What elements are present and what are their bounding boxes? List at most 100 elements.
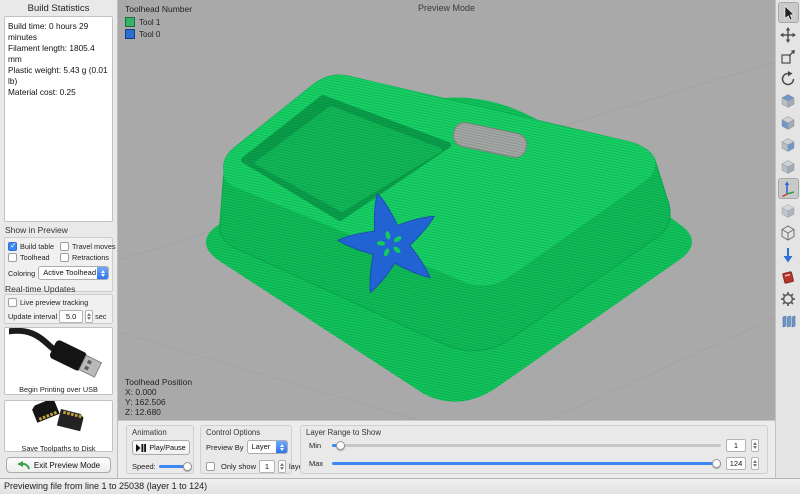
exit-preview-mode-label: Exit Preview Mode bbox=[34, 461, 100, 470]
exit-preview-mode-button[interactable]: Exit Preview Mode bbox=[6, 457, 111, 473]
legend-tool1: Tool 1 bbox=[125, 17, 192, 27]
speed-slider-knob[interactable] bbox=[183, 462, 192, 471]
move-icon bbox=[780, 27, 796, 43]
green-back-arrow-icon bbox=[17, 461, 30, 470]
gear-icon bbox=[780, 291, 796, 307]
realtime-updates-label: Real-time Updates bbox=[5, 284, 75, 294]
build-table-checkbox[interactable] bbox=[8, 242, 17, 251]
scale-tool-button[interactable] bbox=[778, 46, 799, 67]
only-show-field[interactable]: 1 bbox=[259, 460, 275, 473]
stat-build-time: Build time: 0 hours 29 minutes bbox=[8, 21, 109, 43]
plate-edge-line bbox=[548, 318, 775, 420]
tool0-color-swatch bbox=[125, 29, 135, 39]
save-toolpaths-caption: Save Toolpaths to Disk bbox=[5, 444, 112, 455]
cursor-tool-button[interactable] bbox=[778, 2, 799, 23]
checkbox-live-preview[interactable]: Live preview tracking bbox=[8, 298, 109, 307]
only-show-checkbox[interactable] bbox=[206, 462, 215, 471]
retractions-checkbox[interactable] bbox=[60, 253, 69, 262]
toolhead-checkbox[interactable] bbox=[8, 253, 17, 262]
min-layer-field[interactable]: 1 bbox=[726, 439, 746, 452]
checkbox-build-table[interactable]: Build table bbox=[8, 242, 60, 251]
begin-printing-usb-button[interactable]: Begin Printing over USB bbox=[4, 327, 113, 395]
cube-side-icon bbox=[780, 159, 796, 175]
stat-material-cost: Material cost: 0.25 bbox=[8, 87, 109, 98]
view-top-button[interactable] bbox=[778, 90, 799, 111]
save-toolpaths-button[interactable]: Save Toolpaths to Disk bbox=[4, 400, 113, 452]
view-front-button[interactable] bbox=[778, 112, 799, 133]
toolhead-position-title: Toolhead Position bbox=[125, 377, 192, 387]
retractions-label: Retractions bbox=[72, 253, 109, 262]
show-axes-button[interactable] bbox=[778, 178, 799, 199]
toolhead-legend: Toolhead Number Tool 1 Tool 0 bbox=[125, 4, 192, 41]
status-text: Previewing file from line 1 to 25038 (la… bbox=[4, 481, 207, 491]
toolhead-label: Toolhead bbox=[20, 253, 50, 262]
checkbox-retractions[interactable]: Retractions bbox=[60, 253, 110, 262]
coloring-value: Active Toolhead bbox=[39, 267, 97, 279]
status-bar: Previewing file from line 1 to 25038 (la… bbox=[0, 478, 800, 494]
min-label: Min bbox=[309, 441, 327, 450]
sidebar: Build Statistics Build time: 0 hours 29 … bbox=[0, 0, 118, 478]
speed-slider[interactable] bbox=[159, 465, 190, 468]
settings-button[interactable] bbox=[778, 288, 799, 309]
stat-filament-length: Filament length: 1805.4 mm bbox=[8, 43, 109, 65]
wireframe-model-button[interactable] bbox=[778, 222, 799, 243]
rotate-tool-button[interactable] bbox=[778, 68, 799, 89]
red-card-icon bbox=[780, 269, 796, 285]
preview-by-label: Preview By bbox=[206, 443, 244, 452]
min-layer-slider[interactable] bbox=[332, 444, 721, 447]
tool1-color-swatch bbox=[125, 17, 135, 27]
update-interval-field[interactable]: 5.0 bbox=[59, 310, 83, 323]
dropdown-arrows-icon bbox=[97, 267, 108, 279]
checkbox-travel-moves[interactable]: Travel moves bbox=[60, 242, 110, 251]
control-options-label: Control Options bbox=[206, 428, 260, 437]
drop-model-button[interactable] bbox=[778, 244, 799, 265]
preview-by-value: Layer bbox=[248, 441, 276, 453]
toolhead-x: X: 0.000 bbox=[125, 387, 192, 397]
begin-printing-usb-caption: Begin Printing over USB bbox=[5, 385, 112, 396]
live-preview-checkbox[interactable] bbox=[8, 298, 17, 307]
travel-moves-checkbox[interactable] bbox=[60, 242, 69, 251]
layer-range-group: Layer Range to Show Min 1 Max 124 bbox=[300, 425, 768, 474]
max-layer-field[interactable]: 124 bbox=[726, 457, 746, 470]
checkbox-toolhead[interactable]: Toolhead bbox=[8, 253, 60, 262]
view-side-button[interactable] bbox=[778, 156, 799, 177]
update-interval-label: Update interval bbox=[8, 312, 57, 321]
cursor-icon bbox=[781, 5, 796, 21]
toolhead-position-readout: Toolhead Position X: 0.000 Y: 162.506 Z:… bbox=[125, 377, 192, 417]
model-library-button[interactable] bbox=[778, 266, 799, 287]
rotate-icon bbox=[780, 71, 796, 87]
max-layer-slider[interactable] bbox=[332, 462, 721, 465]
update-interval-unit: sec bbox=[95, 312, 106, 321]
build-table-label: Build table bbox=[20, 242, 54, 251]
only-show-stepper[interactable] bbox=[278, 460, 286, 473]
view-corner-button[interactable] bbox=[778, 134, 799, 155]
update-interval-stepper[interactable] bbox=[85, 310, 93, 323]
play-pause-button[interactable]: Play/Pause bbox=[132, 440, 190, 455]
show-in-preview-label: Show in Preview bbox=[5, 225, 68, 235]
min-slider-knob[interactable] bbox=[336, 441, 345, 450]
live-preview-label: Live preview tracking bbox=[20, 298, 88, 307]
preview-by-dropdown[interactable]: Layer bbox=[247, 440, 288, 454]
max-layer-stepper[interactable] bbox=[751, 457, 759, 470]
animation-group: Animation Play/Pause Speed: bbox=[126, 425, 194, 474]
layer-lines-texture bbox=[188, 60, 708, 420]
move-tool-button[interactable] bbox=[778, 24, 799, 45]
3d-viewport[interactable]: Preview Mode Toolhead Number Tool 1 Tool… bbox=[118, 0, 775, 420]
solid-cube-icon bbox=[780, 203, 796, 219]
cross-section-button[interactable] bbox=[778, 310, 799, 331]
layer-range-label: Layer Range to Show bbox=[306, 428, 381, 437]
coloring-label: Coloring bbox=[8, 269, 35, 278]
preview-control-bar: Animation Play/Pause Speed: Control Opti… bbox=[118, 420, 775, 478]
build-statistics-box: Build time: 0 hours 29 minutes Filament … bbox=[4, 16, 113, 222]
max-label: Max bbox=[309, 459, 327, 468]
toolhead-z: Z: 12.680 bbox=[125, 407, 192, 417]
max-slider-knob[interactable] bbox=[712, 459, 721, 468]
animation-group-label: Animation bbox=[132, 428, 167, 437]
build-statistics-title: Build Statistics bbox=[0, 3, 117, 14]
min-layer-stepper[interactable] bbox=[751, 439, 759, 452]
only-show-label: Only show bbox=[221, 462, 256, 471]
coloring-dropdown[interactable]: Active Toolhead bbox=[38, 266, 109, 280]
legend-tool0: Tool 0 bbox=[125, 29, 192, 39]
tool1-label: Tool 1 bbox=[139, 18, 160, 27]
solid-model-button[interactable] bbox=[778, 200, 799, 221]
